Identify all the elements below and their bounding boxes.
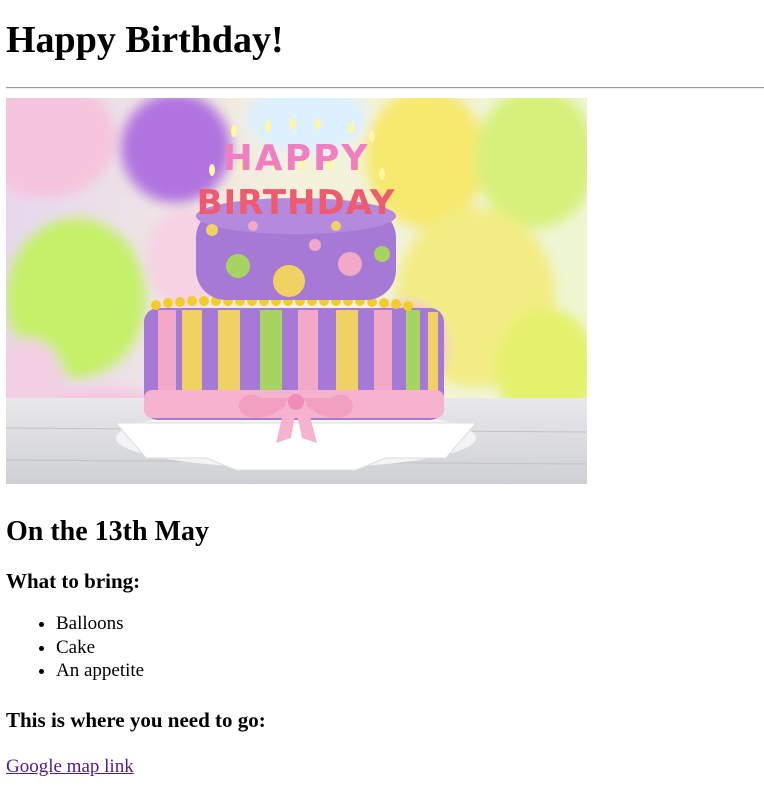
list-item: Balloons [56,612,764,636]
where-to-go-heading: This is where you need to go: [6,707,266,732]
birthday-cake-image: HAPPY BIRTHDAY [6,98,587,484]
divider [6,87,764,89]
cake-topper-birthday: BIRTHDAY [197,183,396,223]
what-to-bring-heading: What to bring: [6,569,141,593]
event-date-heading: On the 13th May [6,516,209,547]
list-item: Cake [56,636,764,660]
page-body: Happy Birthday! HAPPY BIRTHDAY On the 13… [0,0,764,779]
page-title: Happy Birthday! [6,19,284,61]
bring-list: Balloons Cake An appetite [6,612,764,683]
cake-topper-happy: HAPPY [223,138,370,179]
google-map-link[interactable]: Google map link [6,755,134,779]
list-item: An appetite [56,659,764,683]
